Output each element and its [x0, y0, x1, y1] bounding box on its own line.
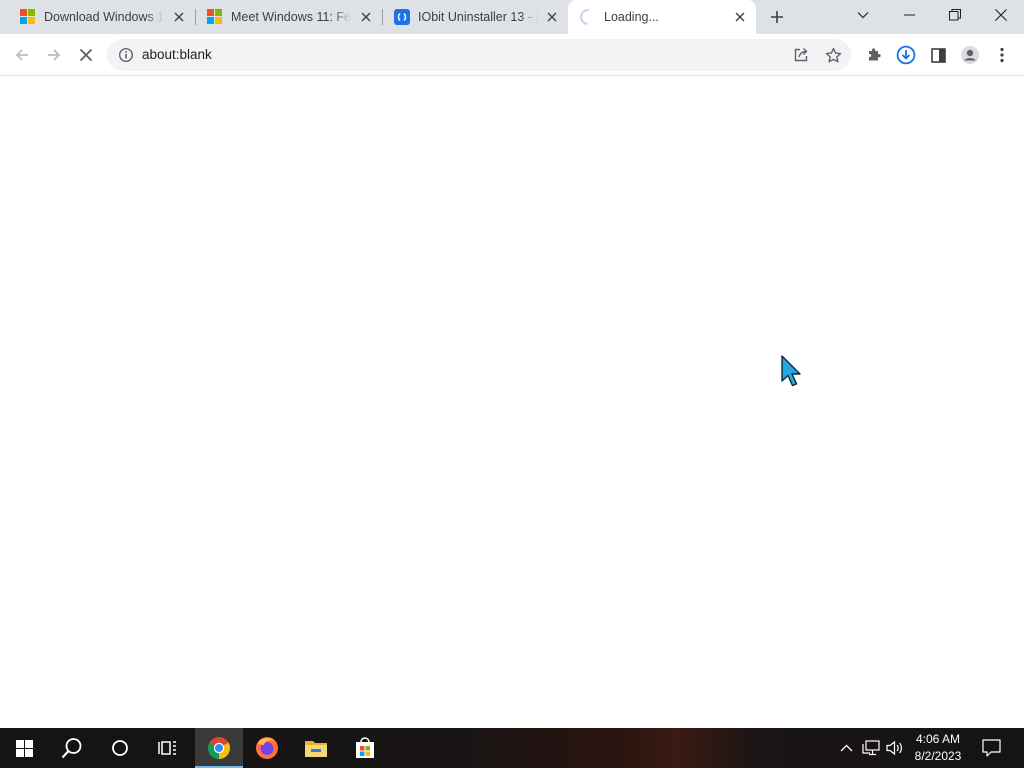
mouse-cursor-icon — [780, 355, 804, 387]
tab-download-windows-11[interactable]: Download Windows 11 — [0, 0, 195, 34]
forward-button[interactable] — [40, 41, 68, 69]
url-text[interactable]: about:blank — [142, 47, 212, 63]
tab-title: Download Windows 11 — [44, 10, 164, 24]
file-explorer-icon — [305, 741, 327, 757]
taskbar-file-explorer[interactable] — [292, 728, 340, 768]
restore-icon — [949, 9, 961, 21]
volume-icon[interactable] — [885, 738, 905, 758]
browser-toolbar: about:blank — [0, 34, 1024, 76]
tab-title: Meet Windows 11: Features — [231, 10, 351, 24]
search-button[interactable] — [48, 728, 96, 768]
page-content-blank[interactable] — [0, 76, 1024, 728]
taskbar-firefox[interactable] — [243, 728, 291, 768]
close-tab-icon[interactable] — [171, 9, 187, 25]
stop-loading-icon — [79, 48, 93, 62]
clock-time: 4:06 AM — [915, 732, 961, 746]
task-view-button[interactable] — [144, 728, 192, 768]
profile-button[interactable] — [956, 41, 984, 69]
close-tab-icon[interactable] — [358, 9, 374, 25]
address-bar[interactable]: about:blank — [107, 39, 851, 71]
chevron-down-icon — [857, 12, 869, 19]
side-panel-button[interactable] — [924, 41, 952, 69]
close-tab-icon[interactable] — [732, 9, 748, 25]
windows-taskbar: 4:06 AM 8/2/2023 — [0, 728, 1024, 768]
new-tab-button[interactable] — [766, 6, 788, 28]
side-panel-icon — [930, 47, 946, 63]
taskbar-clock[interactable]: 4:06 AM 8/2/2023 — [904, 731, 972, 765]
minimize-icon — [903, 14, 915, 16]
downloads-button[interactable] — [892, 41, 920, 69]
taskbar-microsoft-store[interactable] — [341, 728, 389, 768]
restore-button[interactable] — [932, 0, 978, 30]
close-tab-icon[interactable] — [544, 9, 560, 25]
task-view-icon — [158, 741, 176, 755]
info-icon[interactable] — [118, 47, 134, 63]
plus-icon — [771, 11, 783, 23]
firefox-icon — [256, 737, 278, 759]
taskbar-chrome[interactable] — [195, 728, 243, 768]
share-icon — [794, 48, 808, 62]
back-button[interactable] — [8, 41, 36, 69]
iobit-logo-icon — [394, 9, 410, 25]
loading-spinner-icon — [576, 5, 600, 29]
stop-loading-button[interactable] — [72, 41, 100, 69]
tab-iobit-uninstaller[interactable]: IObit Uninstaller 13 - Free — [383, 0, 568, 34]
extensions-button[interactable] — [860, 41, 888, 69]
cortana-icon — [112, 740, 128, 756]
chevron-up-icon[interactable] — [836, 738, 856, 758]
bookmark-star-button[interactable] — [822, 44, 844, 66]
share-button[interactable] — [790, 44, 812, 66]
close-window-button[interactable] — [978, 0, 1024, 30]
tab-search-button[interactable] — [852, 4, 874, 26]
tab-loading[interactable]: Loading... — [568, 0, 756, 34]
star-icon — [825, 47, 841, 62]
tab-strip: Download Windows 11 Meet Windows 11: Fea… — [0, 0, 1024, 34]
microsoft-store-icon — [356, 737, 374, 758]
network-icon[interactable] — [861, 738, 881, 758]
notification-icon[interactable] — [980, 737, 1002, 759]
tab-title: IObit Uninstaller 13 - Free — [418, 10, 538, 24]
tab-title: Loading... — [604, 10, 659, 24]
clock-date: 8/2/2023 — [914, 749, 962, 763]
kebab-menu-icon — [1000, 47, 1004, 63]
microsoft-logo-icon — [20, 9, 36, 25]
start-button[interactable] — [0, 728, 48, 768]
back-arrow-icon — [15, 49, 28, 61]
profile-icon — [961, 46, 979, 64]
microsoft-logo-icon — [207, 9, 223, 25]
download-icon — [896, 45, 916, 65]
close-icon — [995, 9, 1007, 21]
chrome-icon — [208, 737, 230, 759]
extensions-icon — [869, 48, 881, 61]
search-icon — [61, 738, 82, 759]
windows-start-icon — [15, 739, 33, 757]
tab-meet-windows-11[interactable]: Meet Windows 11: Features — [196, 0, 382, 34]
minimize-button[interactable] — [886, 0, 932, 30]
menu-button[interactable] — [988, 41, 1016, 69]
cortana-button[interactable] — [96, 728, 144, 768]
forward-arrow-icon — [48, 49, 61, 61]
